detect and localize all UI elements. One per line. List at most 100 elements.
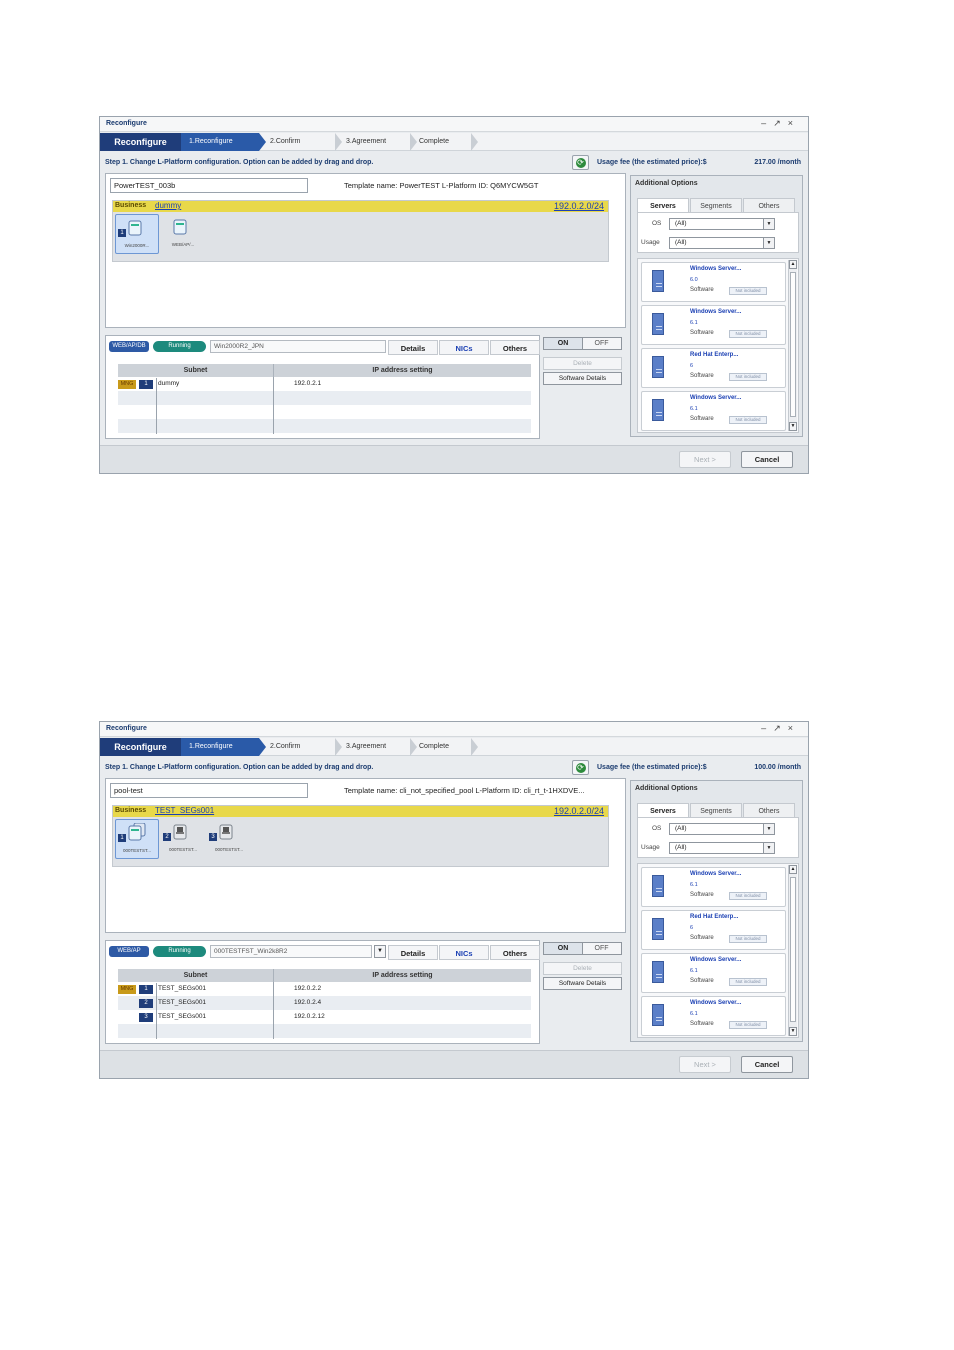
server-name-field[interactable]: 000TESTFST_Win2k8R2 bbox=[210, 945, 372, 958]
server-icon bbox=[173, 219, 187, 235]
option-card[interactable]: Windows Server... 6.1 Software Not included bbox=[641, 996, 786, 1036]
option-card[interactable]: Windows Server... 6.1 Software Not included bbox=[641, 305, 786, 345]
table-row bbox=[118, 1024, 531, 1038]
segment-server[interactable]: WEB/AP/... bbox=[161, 214, 205, 254]
cell-ip: 192.0.2.12 bbox=[273, 1010, 531, 1024]
cancel-button[interactable]: Cancel bbox=[741, 1056, 793, 1073]
tab-details[interactable]: Details bbox=[388, 945, 438, 960]
cancel-button[interactable]: Cancel bbox=[741, 451, 793, 468]
table-row bbox=[118, 391, 531, 405]
tab-others-options[interactable]: Others bbox=[743, 803, 795, 818]
option-card[interactable]: Red Hat Enterp... 6 Software Not included bbox=[641, 348, 786, 388]
close-icon[interactable]: × bbox=[788, 723, 800, 733]
server-details-panel: WEB/AP Running 000TESTFST_Win2k8R2 ▼ Det… bbox=[105, 940, 540, 1044]
usage-filter-label: Usage bbox=[641, 239, 660, 246]
server-caption: 000TESTST... bbox=[122, 848, 151, 853]
server-details-panel: WEB/AP/DB Running Win2000R2_JPN Details … bbox=[105, 335, 540, 439]
server-number-badge: 2 bbox=[163, 833, 171, 841]
table-row[interactable]: MNG 1 dummy 192.0.2.1 bbox=[118, 377, 531, 391]
server-caption: 000TESTST... bbox=[214, 847, 243, 852]
scroll-down-icon[interactable]: ▼ bbox=[789, 1027, 797, 1036]
software-details-button[interactable]: Software Details bbox=[543, 977, 622, 990]
tab-servers[interactable]: Servers bbox=[637, 198, 689, 213]
option-software-label: Software bbox=[690, 892, 714, 898]
segment-network-link[interactable]: 192.0.2.0/24 bbox=[554, 806, 604, 816]
close-icon[interactable]: × bbox=[788, 118, 800, 128]
refresh-icon: ⟳ bbox=[575, 157, 586, 168]
tab-details[interactable]: Details bbox=[388, 340, 438, 355]
tab-segments[interactable]: Segments bbox=[690, 198, 742, 213]
tab-others[interactable]: Others bbox=[490, 945, 540, 960]
catalog-scrollbar[interactable]: ▲ ▼ bbox=[788, 865, 797, 1036]
segment-server[interactable]: 2 000TESTST... bbox=[161, 819, 205, 859]
power-off[interactable]: OFF bbox=[582, 338, 621, 349]
refresh-button[interactable]: ⟳ bbox=[572, 155, 589, 170]
restore-icon[interactable]: ↗ bbox=[773, 723, 788, 733]
minimize-icon[interactable]: – bbox=[761, 723, 773, 733]
scroll-up-icon[interactable]: ▲ bbox=[789, 865, 797, 874]
tab-nics[interactable]: NICs bbox=[439, 340, 489, 355]
minimize-icon[interactable]: – bbox=[761, 118, 773, 128]
usage-filter-select[interactable]: (All) ▼ bbox=[669, 842, 775, 854]
option-software-status: Not included bbox=[729, 935, 767, 943]
table-row[interactable]: 3 TEST_SEGs001 192.0.2.12 bbox=[118, 1010, 531, 1024]
lplatform-name-field[interactable]: pool-test bbox=[110, 783, 308, 798]
cell-subnet: MNG 1 TEST_SEGs001 bbox=[118, 982, 273, 996]
os-filter-select[interactable]: (All) ▼ bbox=[669, 823, 775, 835]
option-version: 6.1 bbox=[690, 882, 698, 888]
scroll-thumb[interactable] bbox=[790, 272, 796, 417]
power-toggle[interactable]: ON OFF bbox=[543, 337, 622, 350]
cell-empty bbox=[273, 419, 531, 433]
scroll-down-icon[interactable]: ▼ bbox=[789, 422, 797, 431]
option-software-status: Not included bbox=[729, 373, 767, 381]
option-card[interactable]: Windows Server... 6.1 Software Not included bbox=[641, 867, 786, 907]
segment-name-link[interactable]: dummy bbox=[155, 201, 181, 210]
power-on[interactable]: ON bbox=[544, 943, 583, 954]
tab-segments[interactable]: Segments bbox=[690, 803, 742, 818]
os-filter-label: OS bbox=[652, 825, 662, 832]
nic-ip-address: 192.0.2.2 bbox=[294, 985, 322, 992]
refresh-button[interactable]: ⟳ bbox=[572, 760, 589, 775]
window-title: Reconfigure bbox=[106, 725, 147, 732]
next-button[interactable]: Next > bbox=[679, 451, 731, 468]
delete-button[interactable]: Delete bbox=[543, 357, 622, 370]
segment-name-link[interactable]: TEST_SEGs001 bbox=[155, 806, 214, 815]
delete-button[interactable]: Delete bbox=[543, 962, 622, 975]
option-card[interactable]: Red Hat Enterp... 6 Software Not included bbox=[641, 910, 786, 950]
segment-network-link[interactable]: 192.0.2.0/24 bbox=[554, 201, 604, 211]
tab-nics[interactable]: NICs bbox=[439, 945, 489, 960]
server-name-field[interactable]: Win2000R2_JPN bbox=[210, 340, 386, 353]
server-icon bbox=[219, 824, 233, 840]
table-row[interactable]: MNG 1 TEST_SEGs001 192.0.2.2 bbox=[118, 982, 531, 996]
option-card[interactable]: Windows Server... 6.1 Software Not included bbox=[641, 391, 786, 431]
restore-icon[interactable]: ↗ bbox=[773, 118, 788, 128]
option-software-status: Not included bbox=[729, 892, 767, 900]
window-title: Reconfigure bbox=[106, 120, 147, 127]
next-button[interactable]: Next > bbox=[679, 1056, 731, 1073]
segment-server[interactable]: 1 Win2000R... bbox=[115, 214, 159, 254]
server-select-dropdown[interactable]: ▼ bbox=[374, 945, 386, 958]
lplatform-name-field[interactable]: PowerTEST_003b bbox=[110, 178, 308, 193]
option-version: 6.0 bbox=[690, 277, 698, 283]
segment-box[interactable]: Business dummy 192.0.2.0/24 1 Win2000R...… bbox=[112, 200, 609, 262]
segment-server[interactable]: 1 000TESTST... bbox=[115, 819, 159, 859]
scroll-up-icon[interactable]: ▲ bbox=[789, 260, 797, 269]
option-card[interactable]: Windows Server... 6.0 Software Not included bbox=[641, 262, 786, 302]
catalog-scrollbar[interactable]: ▲ ▼ bbox=[788, 260, 797, 431]
power-off[interactable]: OFF bbox=[582, 943, 621, 954]
usage-filter-select[interactable]: (All) ▼ bbox=[669, 237, 775, 249]
tab-servers[interactable]: Servers bbox=[637, 803, 689, 818]
option-card[interactable]: Windows Server... 6.1 Software Not included bbox=[641, 953, 786, 993]
tab-others-options[interactable]: Others bbox=[743, 198, 795, 213]
software-details-button[interactable]: Software Details bbox=[543, 372, 622, 385]
template-info: Template name: PowerTEST L-Platform ID: … bbox=[344, 181, 539, 190]
segment-box[interactable]: Business TEST_SEGs001 192.0.2.0/24 1 000T… bbox=[112, 805, 609, 867]
segment-server[interactable]: 3 000TESTST... bbox=[207, 819, 251, 859]
wizard-brand: Reconfigure bbox=[100, 738, 181, 756]
power-on[interactable]: ON bbox=[544, 338, 583, 349]
tab-others[interactable]: Others bbox=[490, 340, 540, 355]
table-row[interactable]: 2 TEST_SEGs001 192.0.2.4 bbox=[118, 996, 531, 1010]
scroll-thumb[interactable] bbox=[790, 877, 796, 1022]
power-toggle[interactable]: ON OFF bbox=[543, 942, 622, 955]
os-filter-select[interactable]: (All) ▼ bbox=[669, 218, 775, 230]
